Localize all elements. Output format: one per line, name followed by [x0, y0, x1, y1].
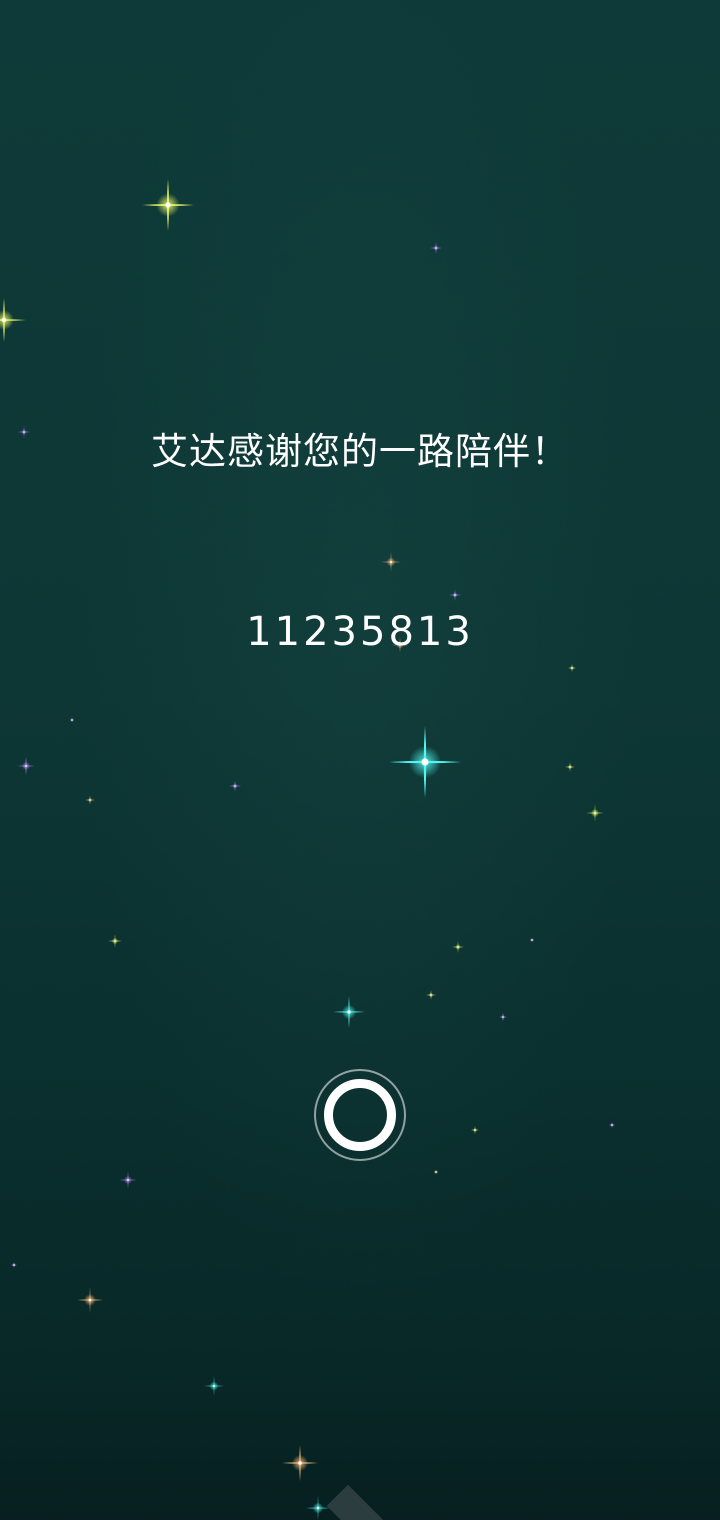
star-sparkle	[85, 795, 95, 805]
continue-button[interactable]	[314, 1069, 406, 1161]
star-sparkle	[565, 762, 575, 772]
star-sparkle	[229, 780, 241, 792]
star-sparkle	[142, 179, 194, 231]
star-sparkle	[70, 718, 74, 722]
star-sparkle	[499, 1013, 507, 1021]
star-sparkle	[204, 1376, 224, 1396]
game-screen: 艾达感谢您的一路陪伴！ 11235813	[0, 0, 720, 1520]
star-sparkle	[389, 726, 461, 798]
star-sparkle	[452, 941, 464, 953]
starfield	[0, 179, 615, 1520]
star-sparkle	[449, 589, 461, 601]
star-sparkle	[11, 1262, 17, 1268]
star-sparkle	[282, 1445, 318, 1481]
star-sparkle	[0, 298, 26, 342]
star-sparkle	[430, 242, 442, 254]
star-sparkle	[530, 938, 534, 942]
star-sparkle	[306, 1496, 330, 1520]
star-sparkle	[17, 757, 35, 775]
star-sparkle	[471, 1126, 479, 1134]
thank-you-message: 艾达感谢您的一路陪伴！	[151, 430, 569, 473]
ending-code: 11235813	[246, 609, 474, 655]
star-sparkle	[426, 990, 436, 1000]
star-sparkle	[434, 1170, 438, 1174]
ring-icon	[324, 1079, 396, 1151]
star-sparkle	[108, 934, 122, 948]
star-sparkle	[586, 804, 604, 822]
star-sparkle	[77, 1287, 103, 1313]
star-sparkle	[381, 552, 401, 572]
star-sparkle	[119, 1171, 137, 1189]
star-sparkle	[333, 996, 365, 1028]
star-sparkle	[609, 1122, 615, 1128]
star-sparkle	[568, 664, 576, 672]
